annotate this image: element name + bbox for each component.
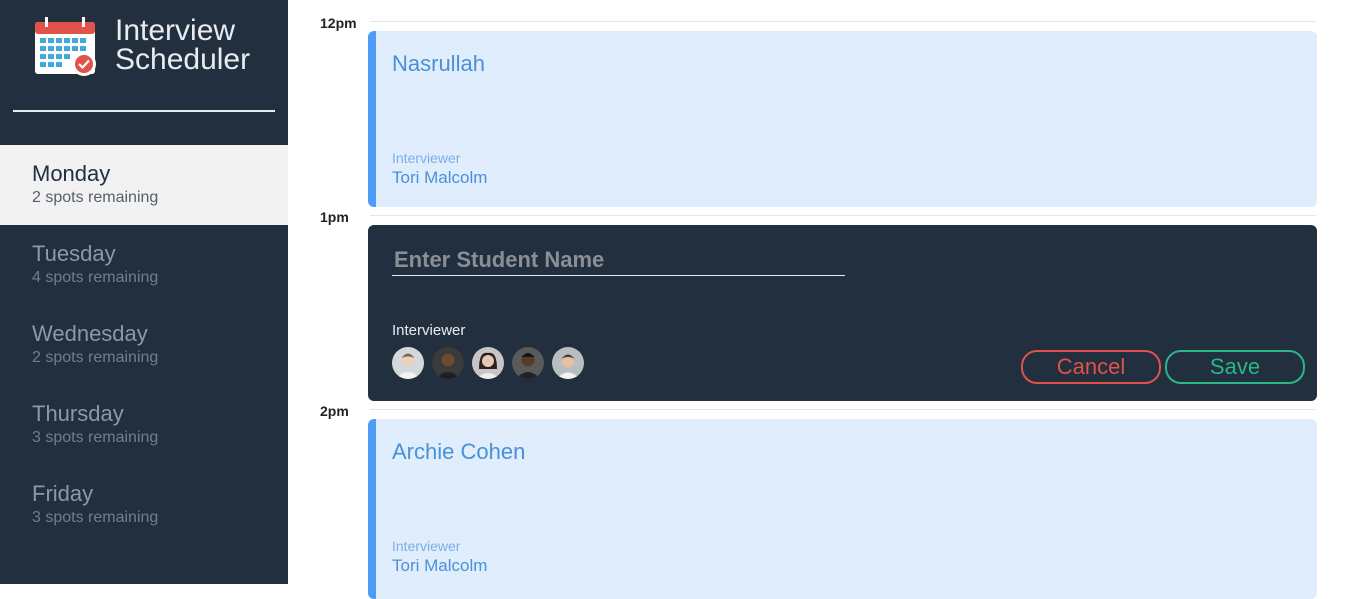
interviewer-avatar[interactable] — [392, 347, 424, 379]
time-label-2pm: 2pm — [320, 403, 349, 419]
hour-separator — [370, 21, 1316, 22]
interviewer-name: Tori Malcolm — [392, 168, 488, 187]
interviewer-name: Tori Malcolm — [392, 556, 488, 575]
sidebar-divider — [13, 110, 275, 112]
interviewer-label: Interviewer — [392, 322, 466, 339]
day-item-tuesday[interactable]: Tuesday 4 spots remaining — [0, 225, 288, 305]
interviewer-avatar[interactable] — [512, 347, 544, 379]
student-name: Archie Cohen — [392, 439, 526, 464]
day-item-monday[interactable]: Monday 2 spots remaining — [0, 145, 288, 225]
app-title-line2: Scheduler — [115, 43, 251, 76]
appointment-accent-bar — [368, 31, 376, 207]
day-spots: 2 spots remaining — [32, 189, 159, 206]
day-item-friday[interactable]: Friday 3 spots remaining — [0, 465, 288, 545]
student-name-input[interactable] — [392, 245, 845, 276]
student-name: Nasrullah — [392, 51, 485, 76]
day-spots: 2 spots remaining — [32, 349, 159, 366]
app-title-line1: Interview — [115, 14, 236, 47]
save-button[interactable]: Save — [1165, 350, 1305, 384]
interviewer-avatar[interactable] — [432, 347, 464, 379]
schedule-panel: 12pm Nasrullah Interviewer Tori Malcolm … — [288, 0, 1351, 599]
day-name: Thursday — [32, 401, 124, 426]
appointment-card[interactable]: Nasrullah Interviewer Tori Malcolm — [368, 31, 1317, 207]
day-name: Tuesday — [32, 241, 116, 266]
appointment-card[interactable]: Archie Cohen Interviewer Tori Malcolm — [368, 419, 1317, 599]
day-spots: 4 spots remaining — [32, 269, 159, 286]
interviewer-avatar[interactable] — [472, 347, 504, 379]
app-title: Interview Scheduler — [115, 14, 251, 76]
calendar-logo-icon — [35, 17, 96, 76]
day-name: Wednesday — [32, 321, 148, 346]
scrollbar[interactable] — [1317, 0, 1351, 584]
appointment-accent-bar — [368, 419, 376, 599]
cancel-button[interactable]: Cancel — [1021, 350, 1161, 384]
day-spots: 3 spots remaining — [32, 429, 159, 446]
time-label-12pm: 12pm — [320, 15, 357, 31]
day-name: Monday — [32, 161, 111, 186]
day-item-thursday[interactable]: Thursday 3 spots remaining — [0, 385, 288, 465]
interviewer-label: Interviewer — [392, 538, 461, 554]
time-label-1pm: 1pm — [320, 209, 349, 225]
interviewer-label: Interviewer — [392, 150, 461, 166]
appointment-form: Interviewer Cancel Save — [368, 225, 1317, 401]
day-spots: 3 spots remaining — [32, 509, 159, 526]
hour-separator — [370, 215, 1316, 216]
interviewer-avatar[interactable] — [552, 347, 584, 379]
day-item-wednesday[interactable]: Wednesday 2 spots remaining — [0, 305, 288, 385]
sidebar: Interview Scheduler Monday 2 spots remai… — [0, 0, 288, 584]
day-name: Friday — [32, 481, 94, 506]
hour-separator — [370, 409, 1316, 410]
